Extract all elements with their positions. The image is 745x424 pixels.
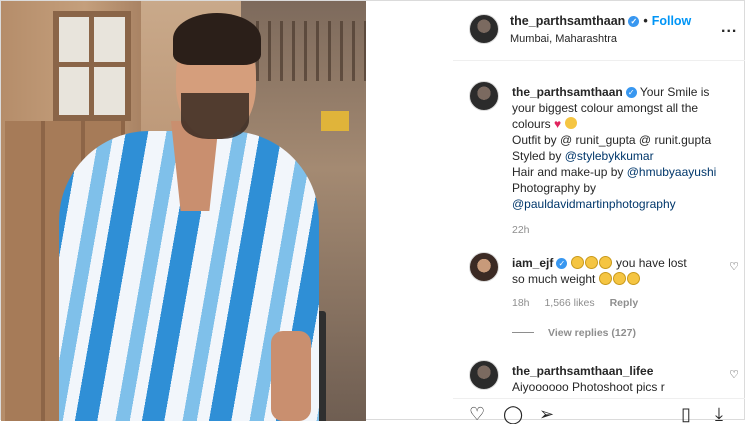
smiley-emoji-icon: [564, 117, 577, 129]
verified-badge-icon: ✓: [628, 16, 640, 27]
author-line: the_parthsamthaan ✓ • Follow: [510, 14, 691, 28]
comment-username[interactable]: iam_ejf: [512, 256, 553, 270]
like-comment-heart-icon[interactable]: ♡: [729, 260, 739, 273]
photo-arm: [271, 331, 311, 421]
post-location[interactable]: Mumbai, Maharashtra: [510, 33, 617, 45]
red-heart-emoji-icon: ♥: [554, 117, 562, 131]
scream-emoji-icon: [598, 256, 612, 269]
caption-body: the_parthsamthaan ✓ Your Smile is your bi…: [512, 84, 727, 238]
caption-line-2b: runit_gupta @ runit.gupta: [575, 133, 712, 147]
post-header: the_parthsamthaan ✓ • Follow Mumbai, Mahara…: [453, 1, 745, 61]
scream-emoji-icon: [626, 272, 640, 285]
photo-sign: [321, 111, 349, 131]
caption-username[interactable]: the_parthsamthaan: [512, 85, 623, 99]
scream-emoji-icon: [598, 272, 612, 285]
heart-icon[interactable]: ♡: [469, 405, 485, 423]
caption-line-2a: Outfit by @: [512, 133, 576, 147]
separator-dot: •: [643, 14, 648, 28]
author-avatar[interactable]: [469, 14, 499, 44]
comment-icon[interactable]: ◯: [503, 405, 523, 423]
caption-line-5: Photography by: [512, 181, 597, 195]
verified-badge-icon: ✓: [556, 258, 568, 269]
comment-time[interactable]: 18h: [512, 297, 530, 309]
caption-avatar[interactable]: [469, 81, 499, 111]
caption-time[interactable]: 22h: [512, 224, 530, 236]
action-bar: ♡ ◯ ➢ ▯ ⤓: [453, 398, 745, 423]
comment-text-a: you have lost: [616, 256, 687, 270]
view-replies-button[interactable]: View replies (127): [512, 327, 636, 339]
photo-hair: [173, 13, 261, 65]
hmu-mention-link[interactable]: @hmubyaayushi: [627, 165, 717, 179]
photo-beard: [181, 93, 249, 139]
instagram-post: the_parthsamthaan ✓ • Follow Mumbai, Mahara…: [0, 0, 745, 423]
comment-meta: 18h 1,566 likes Reply: [512, 295, 727, 311]
comments-panel[interactable]: the_parthsamthaan ✓ Your Smile is your bi…: [453, 62, 745, 398]
photo-window: [53, 11, 131, 121]
caption-line-4a: Hair and make-up by: [512, 165, 627, 179]
share-icon[interactable]: ➢: [539, 405, 554, 423]
photographer-mention-link[interactable]: @pauldavidmartinphotography: [512, 197, 676, 211]
caption-meta: 22h: [512, 222, 727, 238]
comment-body: the_parthsamthaan_lifee Aiyoooooo Photos…: [512, 363, 727, 395]
comment-text-b: so much weight: [512, 272, 596, 286]
verified-badge-icon: ✓: [625, 87, 637, 98]
comment-username[interactable]: the_parthsamthaan_lifee: [512, 364, 653, 378]
comment-likes[interactable]: 1,566 likes: [544, 297, 594, 309]
stylist-mention-link[interactable]: @stylebykkumar: [565, 149, 654, 163]
author-username[interactable]: the_parthsamthaan: [510, 14, 625, 28]
comment-avatar[interactable]: [469, 360, 499, 390]
bookmark-icon[interactable]: ▯: [681, 405, 691, 423]
comment-avatar[interactable]: [469, 252, 499, 282]
reply-button[interactable]: Reply: [610, 297, 639, 309]
post-photo[interactable]: [1, 1, 366, 421]
follow-button[interactable]: Follow: [652, 14, 692, 28]
comment-text: Aiyoooooo Photoshoot pics r: [512, 380, 665, 394]
scream-emoji-icon: [584, 256, 598, 269]
scream-emoji-icon: [612, 272, 626, 285]
more-options-icon[interactable]: ...: [721, 19, 737, 37]
like-comment-heart-icon[interactable]: ♡: [729, 368, 739, 381]
download-icon[interactable]: ⤓: [715, 405, 723, 423]
scream-emoji-icon: [570, 256, 584, 269]
comment-body: iam_ejf ✓ you have lost so much weight 18…: [512, 255, 727, 311]
photo-balcony: [256, 21, 366, 81]
caption-line-3a: Styled by: [512, 149, 565, 163]
